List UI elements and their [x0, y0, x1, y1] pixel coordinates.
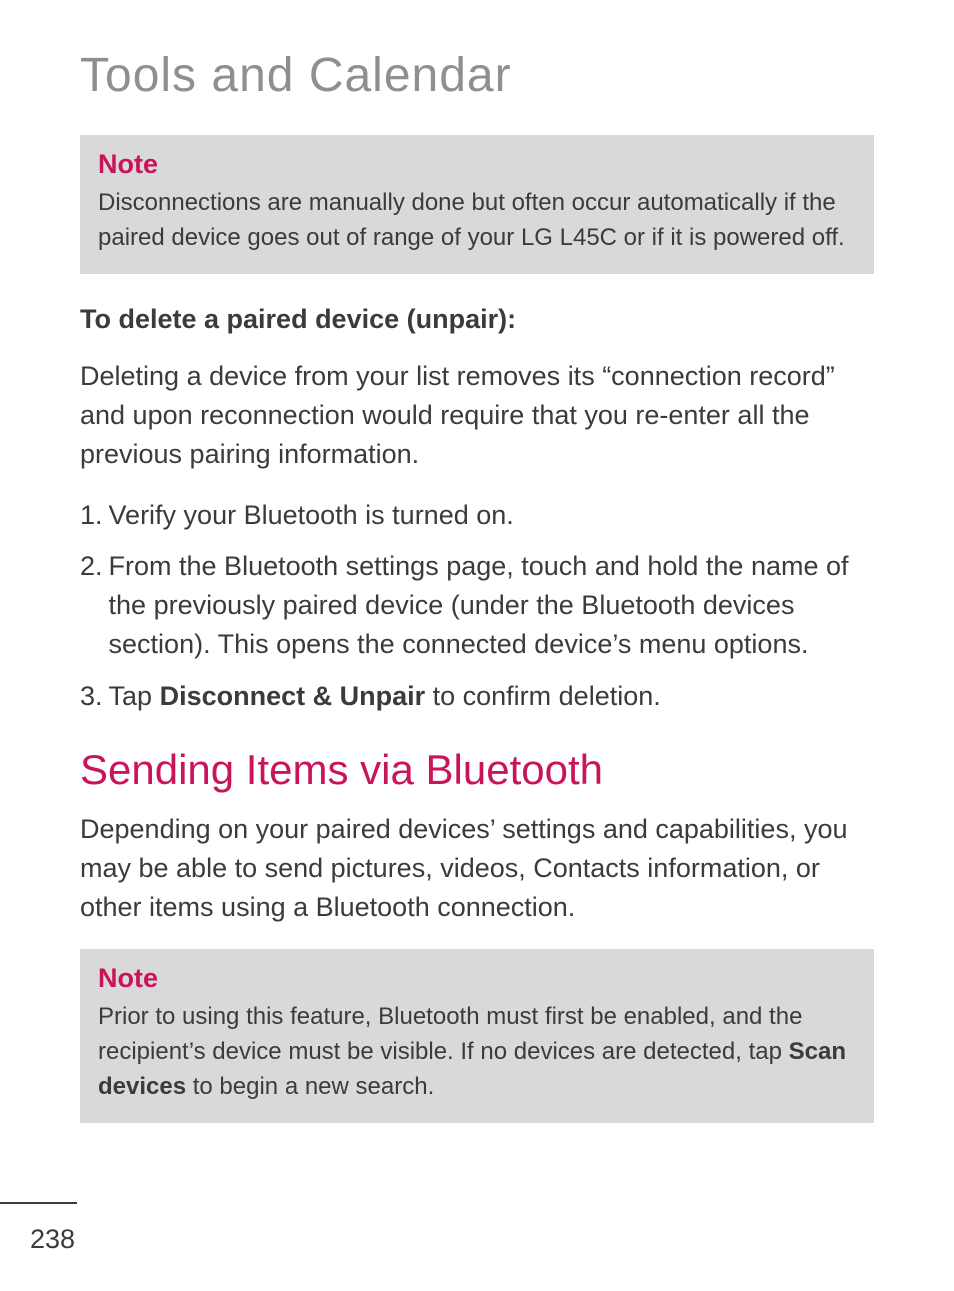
note-body: Disconnections are manually done but oft… [98, 186, 856, 256]
note-box-disconnection: Note Disconnections are manually done bu… [80, 135, 874, 274]
page-number: 238 [30, 1224, 954, 1255]
note-body: Prior to using this feature, Bluetooth m… [98, 1000, 856, 1104]
note-box-scan: Note Prior to using this feature, Blueto… [80, 949, 874, 1122]
step3-bold: Disconnect & Unpair [160, 681, 426, 711]
note2-post: to begin a new search. [186, 1073, 434, 1100]
page-footer: 238 [0, 1202, 954, 1255]
step-text: Verify your Bluetooth is turned on. [109, 496, 874, 535]
sending-body: Depending on your paired devices’ settin… [80, 810, 874, 927]
page-title: Tools and Calendar [80, 48, 874, 103]
step-text: Tap Disconnect & Unpair to confirm delet… [109, 677, 874, 716]
list-item: 1. Verify your Bluetooth is turned on. [80, 496, 874, 535]
step3-post: to confirm deletion. [425, 681, 661, 711]
footer-rule [0, 1202, 77, 1204]
note-label: Note [98, 963, 856, 994]
unpair-intro: Deleting a device from your list removes… [80, 357, 874, 474]
note2-pre: Prior to using this feature, Bluetooth m… [98, 1003, 802, 1065]
subheading-unpair: To delete a paired device (unpair): [80, 304, 874, 335]
step-text: From the Bluetooth settings page, touch … [109, 547, 874, 664]
step-number: 3. [80, 677, 109, 716]
step-number: 2. [80, 547, 109, 664]
list-item: 2. From the Bluetooth settings page, tou… [80, 547, 874, 664]
step3-pre: Tap [109, 681, 160, 711]
step-number: 1. [80, 496, 109, 535]
unpair-steps: 1. Verify your Bluetooth is turned on. 2… [80, 496, 874, 716]
section-heading-sending: Sending Items via Bluetooth [80, 746, 874, 794]
list-item: 3. Tap Disconnect & Unpair to confirm de… [80, 677, 874, 716]
manual-page: Tools and Calendar Note Disconnections a… [0, 0, 954, 1291]
note-label: Note [98, 149, 856, 180]
